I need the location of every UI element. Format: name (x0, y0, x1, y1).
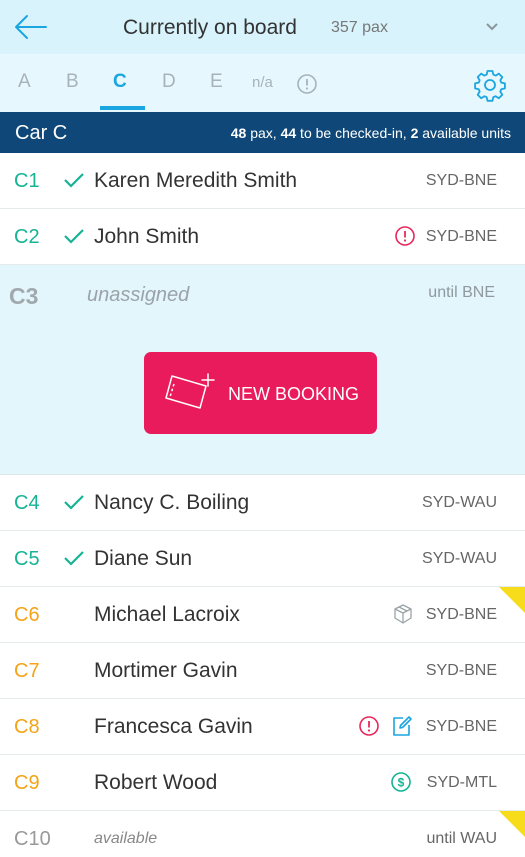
passenger-name: Francesca Gavin (94, 715, 253, 738)
seat-row-c1[interactable]: C1 Karen Meredith Smith SYD-BNE (0, 153, 525, 209)
route-label: until BNE (428, 284, 495, 301)
car-title: Car C (15, 122, 68, 144)
car-stats: 48 pax, 44 to be checked-in, 2 available… (230, 125, 511, 141)
seat-row-c6[interactable]: C6 Michael Lacroix SYD-BNE (0, 587, 525, 643)
svg-text:$: $ (398, 776, 405, 790)
passenger-name: Michael Lacroix (94, 603, 240, 626)
seat-row-c4[interactable]: C4 Nancy C. Boiling SYD-WAU (0, 475, 525, 531)
route-label: SYD-BNE (425, 718, 497, 735)
alert-circle-icon[interactable] (358, 715, 380, 737)
seat-row-c7[interactable]: C7 Mortimer Gavin SYD-BNE (0, 643, 525, 699)
pax-count[interactable]: 357 pax (331, 19, 388, 37)
passenger-name: Diane Sun (94, 547, 193, 570)
tab-a[interactable]: A (18, 71, 31, 93)
seat-number: C8 (14, 716, 40, 738)
car-summary-bar: Car C 48 pax, 44 to be checked-in, 2 ava… (0, 112, 525, 153)
car-tabs: A B C D E n/a (0, 54, 525, 112)
passenger-name: Nancy C. Boiling (94, 491, 250, 514)
seat-number: C6 (14, 604, 40, 626)
ticket-plus-icon (165, 373, 215, 409)
seat-number: C3 (9, 283, 39, 309)
tab-b[interactable]: B (66, 71, 79, 93)
app-header: Currently on board 357 pax (0, 0, 525, 54)
seat-number: C7 (14, 660, 40, 682)
flag-corner (499, 587, 525, 613)
passenger-name: Robert Wood (94, 771, 218, 794)
alert-circle-icon[interactable] (394, 225, 416, 247)
new-booking-label: NEW BOOKING (228, 384, 360, 404)
seat-row-c8[interactable]: C8 Francesca Gavin SYD-BNE (0, 699, 525, 755)
page-title[interactable]: Currently on board (123, 16, 297, 40)
tab-unassigned[interactable]: n/a (252, 74, 273, 91)
dollar-circle-icon[interactable]: $ (390, 771, 412, 793)
passenger-name: Mortimer Gavin (94, 659, 238, 682)
seat-number: C9 (14, 772, 40, 794)
seat-number: C4 (14, 492, 40, 514)
route-label: until WAU (426, 830, 497, 847)
route-label: SYD-BNE (425, 662, 497, 679)
tab-e[interactable]: E (210, 71, 223, 93)
arrow-left-icon[interactable] (14, 14, 48, 40)
tab-d[interactable]: D (162, 71, 176, 93)
seat-row-c5[interactable]: C5 Diane Sun SYD-WAU (0, 531, 525, 587)
seat-number: C5 (14, 548, 40, 570)
checkmark-icon (64, 173, 84, 188)
package-icon[interactable] (392, 603, 414, 625)
route-label: SYD-BNE (425, 606, 497, 623)
unassigned-label: unassigned (87, 284, 190, 306)
route-label: SYD-WAU (422, 494, 497, 511)
alert-circle-icon[interactable] (296, 73, 318, 95)
seat-row-c10[interactable]: C10 available until WAU (0, 811, 525, 857)
tab-c[interactable]: C (113, 71, 127, 93)
passenger-name: John Smith (94, 225, 200, 248)
seat-number: C10 (14, 828, 51, 850)
route-label: SYD-MTL (426, 774, 497, 791)
active-tab-indicator (100, 106, 145, 110)
seat-row-c9[interactable]: C9 Robert Wood $ SYD-MTL (0, 755, 525, 811)
chevron-down-icon[interactable] (484, 20, 500, 34)
checkmark-icon (64, 495, 84, 510)
new-booking-button[interactable]: NEW BOOKING (144, 352, 377, 434)
seat-row-c2[interactable]: C2 John Smith SYD-BNE (0, 209, 525, 265)
route-label: SYD-BNE (425, 172, 497, 189)
flag-corner (499, 811, 525, 837)
checkmark-icon (64, 229, 84, 244)
seat-number: C1 (14, 170, 40, 192)
checkmark-icon (64, 551, 84, 566)
seat-number: C2 (14, 226, 40, 248)
available-label: available (94, 830, 158, 847)
edit-icon[interactable] (391, 715, 413, 737)
passenger-name: Karen Meredith Smith (94, 169, 298, 192)
gear-icon[interactable] (473, 68, 507, 102)
route-label: SYD-BNE (425, 228, 497, 245)
route-label: SYD-WAU (422, 550, 497, 567)
seat-row-c3: C3 unassigned until BNE NEW BOOKING (0, 265, 525, 475)
